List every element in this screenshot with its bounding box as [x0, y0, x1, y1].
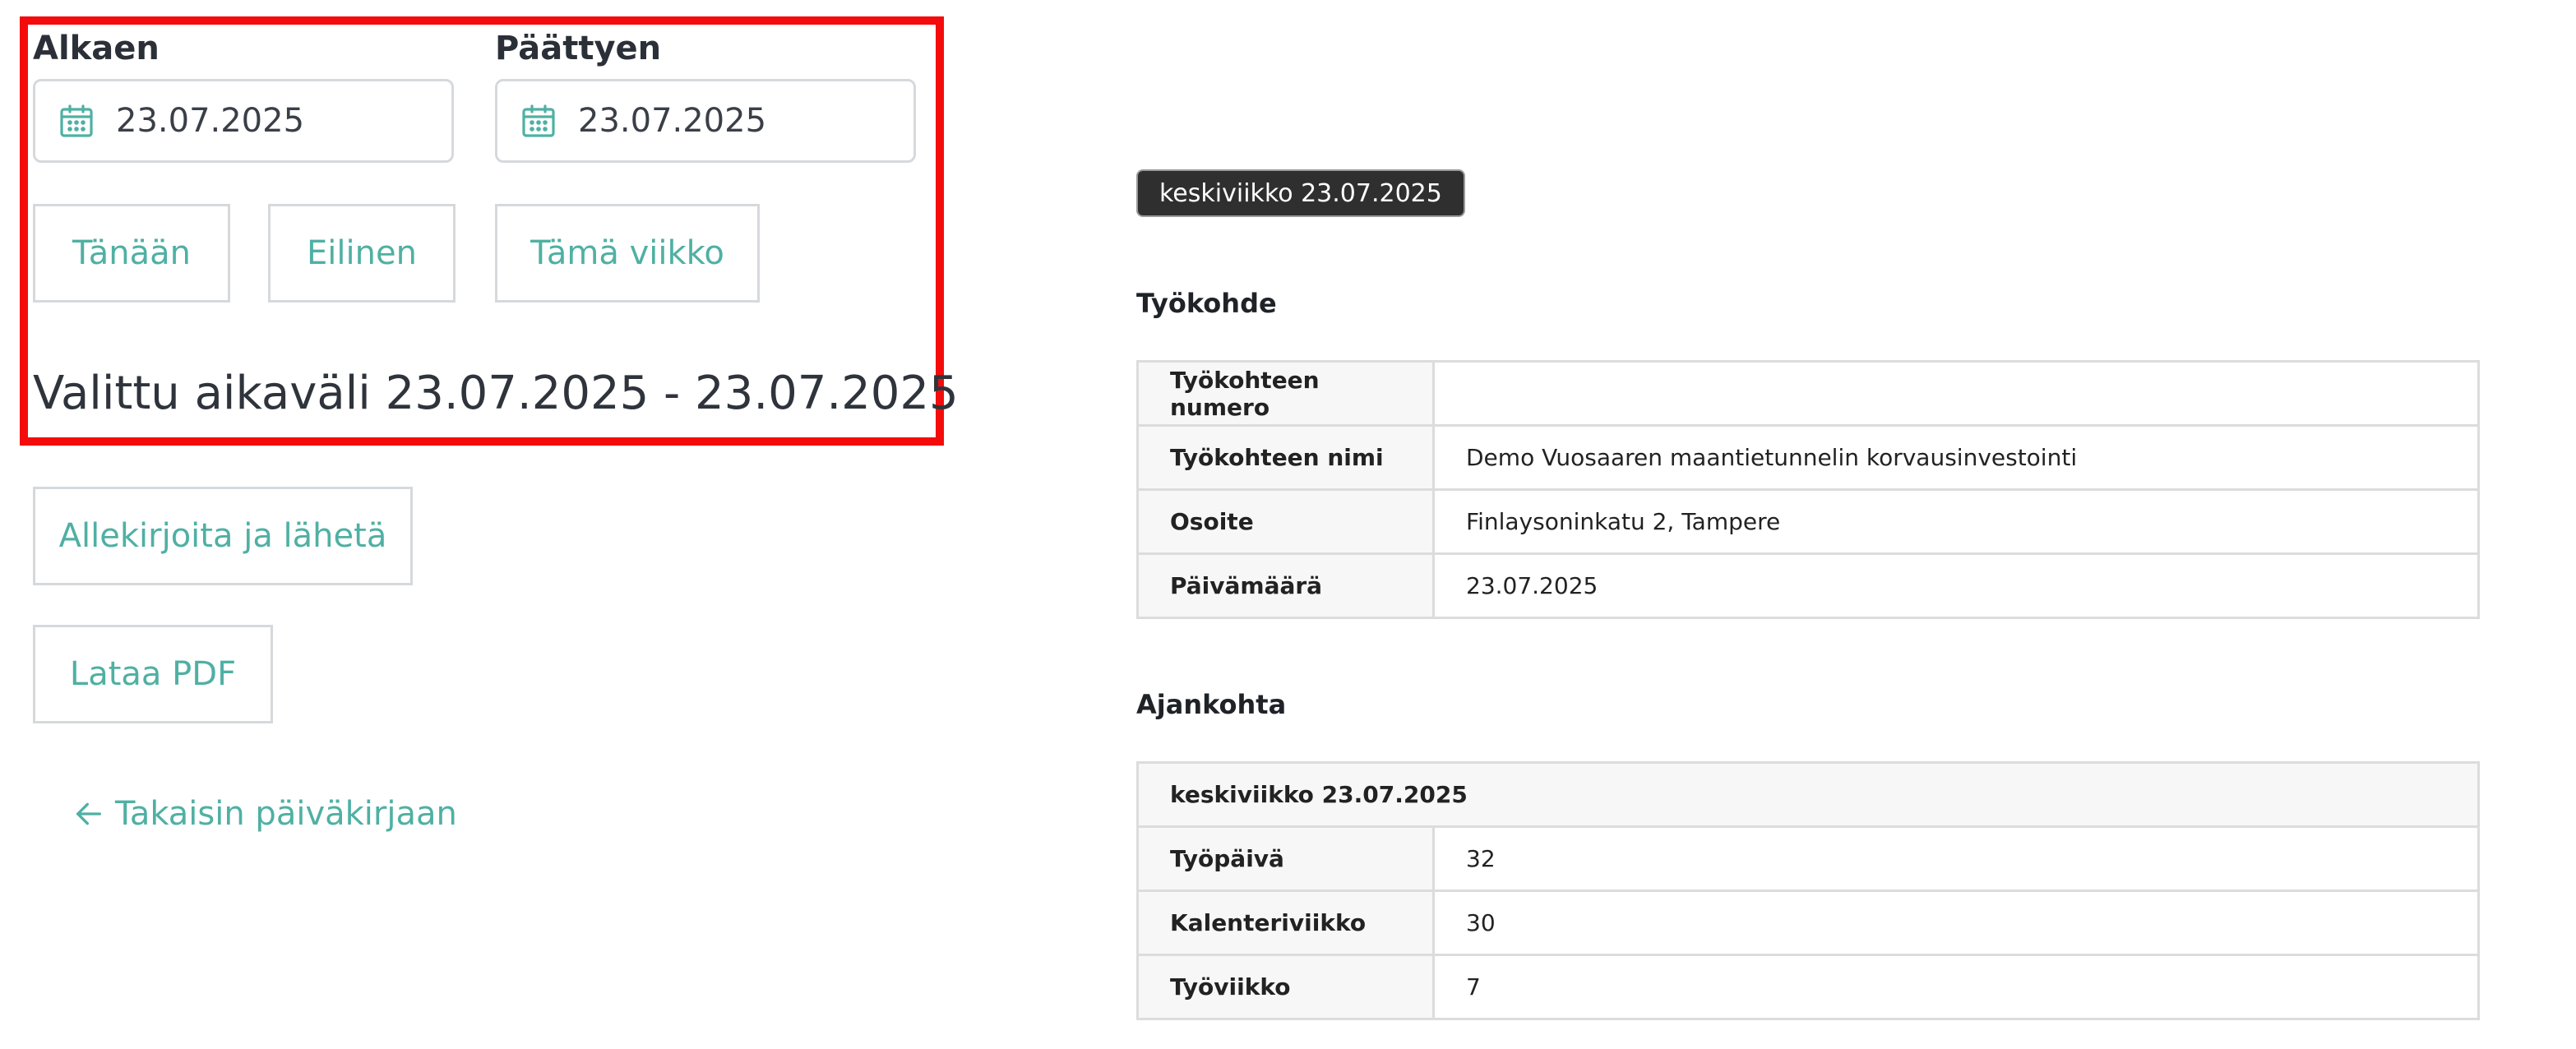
start-date-value: 23.07.2025 [116, 102, 305, 140]
timing-header: keskiviikko 23.07.2025 [1136, 761, 2480, 828]
row-value: Finlaysoninkatu 2, Tampere [1432, 488, 2480, 555]
row-key: Työviikko [1136, 954, 1435, 1020]
row-value: 30 [1432, 890, 2480, 956]
row-value: 7 [1432, 954, 2480, 1020]
table-row: Työviikko 7 [1136, 954, 2480, 1020]
table-header-row: keskiviikko 23.07.2025 [1136, 761, 2480, 828]
start-date-input[interactable]: 23.07.2025 [33, 79, 454, 163]
back-to-diary-link[interactable]: Takaisin päiväkirjaan [72, 791, 457, 837]
report-date-chip: keskiviikko 23.07.2025 [1136, 169, 1465, 217]
today-button[interactable]: Tänään [33, 204, 230, 303]
table-row: Osoite Finlaysoninkatu 2, Tampere [1136, 488, 2480, 555]
row-key: Kalenteriviikko [1136, 890, 1435, 956]
end-date-label: Päättyen [495, 30, 662, 67]
row-key: Työkohteen nimi [1136, 424, 1435, 491]
row-key: Työkohteen numero [1136, 360, 1435, 427]
selected-range-text: Valittu aikaväli 23.07.2025 - 23.07.2025 [33, 367, 959, 420]
calendar-icon [522, 104, 555, 137]
worksite-table: Työkohteen numero Työkohteen nimi Demo V… [1136, 360, 2480, 619]
timing-section-title: Ajankohta [1136, 689, 1287, 720]
this-week-button[interactable]: Tämä viikko [495, 204, 760, 303]
row-key: Osoite [1136, 488, 1435, 555]
yesterday-button[interactable]: Eilinen [268, 204, 456, 303]
sign-and-send-button[interactable]: Allekirjoita ja lähetä [33, 487, 413, 585]
row-value [1432, 360, 2480, 427]
row-key: Työpäivä [1136, 825, 1435, 892]
timing-table: keskiviikko 23.07.2025 Työpäivä 32 Kalen… [1136, 761, 2480, 1020]
table-row: Työkohteen numero [1136, 360, 2480, 427]
start-date-label: Alkaen [33, 30, 160, 67]
worksite-section-title: Työkohde [1136, 288, 1277, 319]
end-date-value: 23.07.2025 [578, 102, 767, 140]
row-value: Demo Vuosaaren maantietunnelin korvausin… [1432, 424, 2480, 491]
table-row: Työpäivä 32 [1136, 825, 2480, 892]
download-pdf-button[interactable]: Lataa PDF [33, 625, 273, 723]
table-row: Kalenteriviikko 30 [1136, 890, 2480, 956]
table-row: Työkohteen nimi Demo Vuosaaren maantietu… [1136, 424, 2480, 491]
end-date-input[interactable]: 23.07.2025 [495, 79, 916, 163]
calendar-icon [60, 104, 93, 137]
row-value: 23.07.2025 [1432, 552, 2480, 619]
row-key: Päivämäärä [1136, 552, 1435, 619]
back-link-label: Takaisin päiväkirjaan [115, 795, 457, 833]
table-row: Päivämäärä 23.07.2025 [1136, 552, 2480, 619]
row-value: 32 [1432, 825, 2480, 892]
arrow-left-icon [76, 802, 102, 825]
